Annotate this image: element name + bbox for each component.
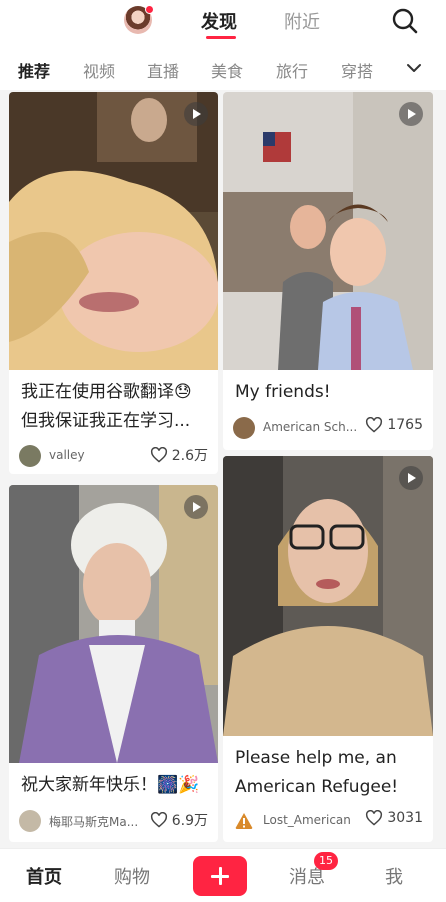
user-name[interactable]: 梅耶马斯克Ma...: [49, 813, 138, 830]
category-food[interactable]: 美食: [211, 58, 243, 82]
heart-icon: [366, 417, 383, 433]
messages-badge: 15: [314, 852, 338, 870]
card-meta: Lost_American 3031: [233, 809, 423, 833]
nav-home[interactable]: 首页: [26, 863, 62, 889]
warning-icon: [235, 813, 253, 829]
card-title: Please help me, an American Refugee!: [235, 748, 399, 797]
card-title: 祝大家新年快乐！🎆🎉: [21, 775, 200, 795]
user-avatar[interactable]: [19, 810, 41, 832]
video-thumbnail: [9, 92, 218, 370]
feed-card-2[interactable]: My friends! American Sch... 1765: [223, 92, 433, 450]
like-count: 1765: [387, 417, 423, 433]
user-avatar[interactable]: [19, 445, 41, 467]
category-video[interactable]: 视频: [83, 58, 115, 82]
top-bar: 发现 附近: [0, 0, 446, 44]
heart-icon: [150, 812, 167, 828]
play-icon: [184, 495, 208, 519]
category-recommended[interactable]: 推荐: [18, 58, 50, 82]
user-avatar[interactable]: [233, 417, 255, 439]
notification-dot: [145, 5, 154, 14]
like-button[interactable]: 6.9万: [150, 810, 208, 830]
play-icon: [184, 102, 208, 126]
nav-me[interactable]: 我: [385, 863, 403, 889]
card-title: My friends!: [235, 382, 331, 402]
like-button[interactable]: 1765: [365, 417, 423, 433]
card-meta: American Sch... 1765: [233, 416, 423, 440]
heart-icon: [366, 810, 383, 826]
feed-card-4[interactable]: Please help me, an American Refugee! Los…: [223, 456, 433, 842]
card-meta: 梅耶马斯克Ma... 6.9万: [19, 809, 208, 833]
tab-discover[interactable]: 发现: [201, 8, 237, 34]
bottom-nav: 首页 购物 消息 15 我: [0, 848, 446, 902]
video-thumbnail: [9, 485, 218, 763]
like-count: 3031: [387, 810, 423, 826]
like-button[interactable]: 3031: [365, 810, 423, 826]
profile-avatar-button[interactable]: [124, 5, 154, 34]
like-count: 2.6万: [171, 448, 208, 464]
like-count: 6.9万: [171, 813, 208, 829]
user-name[interactable]: valley: [49, 448, 85, 462]
card-meta: valley 2.6万: [19, 444, 208, 468]
card-title: 我正在使用谷歌翻译😓 但我保证我正在学习...: [21, 382, 192, 431]
category-more-button[interactable]: [404, 58, 424, 78]
play-icon: [399, 102, 423, 126]
tab-nearby[interactable]: 附近: [284, 8, 320, 34]
search-button[interactable]: [390, 6, 420, 36]
feed-card-3[interactable]: 祝大家新年快乐！🎆🎉 梅耶马斯克Ma... 6.9万: [9, 485, 218, 842]
create-post-button[interactable]: [193, 856, 247, 896]
nav-shop[interactable]: 购物: [114, 863, 150, 889]
user-name[interactable]: Lost_American: [263, 813, 351, 827]
video-thumbnail: [223, 92, 433, 370]
chevron-down-icon: [407, 64, 421, 72]
search-icon: [392, 8, 418, 34]
user-avatar[interactable]: [233, 810, 255, 832]
category-travel[interactable]: 旅行: [276, 58, 308, 82]
video-thumbnail: [223, 456, 433, 736]
like-button[interactable]: 2.6万: [150, 445, 208, 465]
category-bar: 推荐 视频 直播 美食 旅行 穿搭: [0, 44, 446, 90]
category-outfits[interactable]: 穿搭: [341, 58, 373, 82]
heart-icon: [150, 447, 167, 463]
play-icon: [399, 466, 423, 490]
tab-discover-underline: [206, 36, 236, 39]
category-live[interactable]: 直播: [147, 58, 179, 82]
user-name[interactable]: American Sch...: [263, 420, 357, 434]
feed-card-1[interactable]: 我正在使用谷歌翻译😓 但我保证我正在学习... valley 2.6万: [9, 92, 218, 474]
